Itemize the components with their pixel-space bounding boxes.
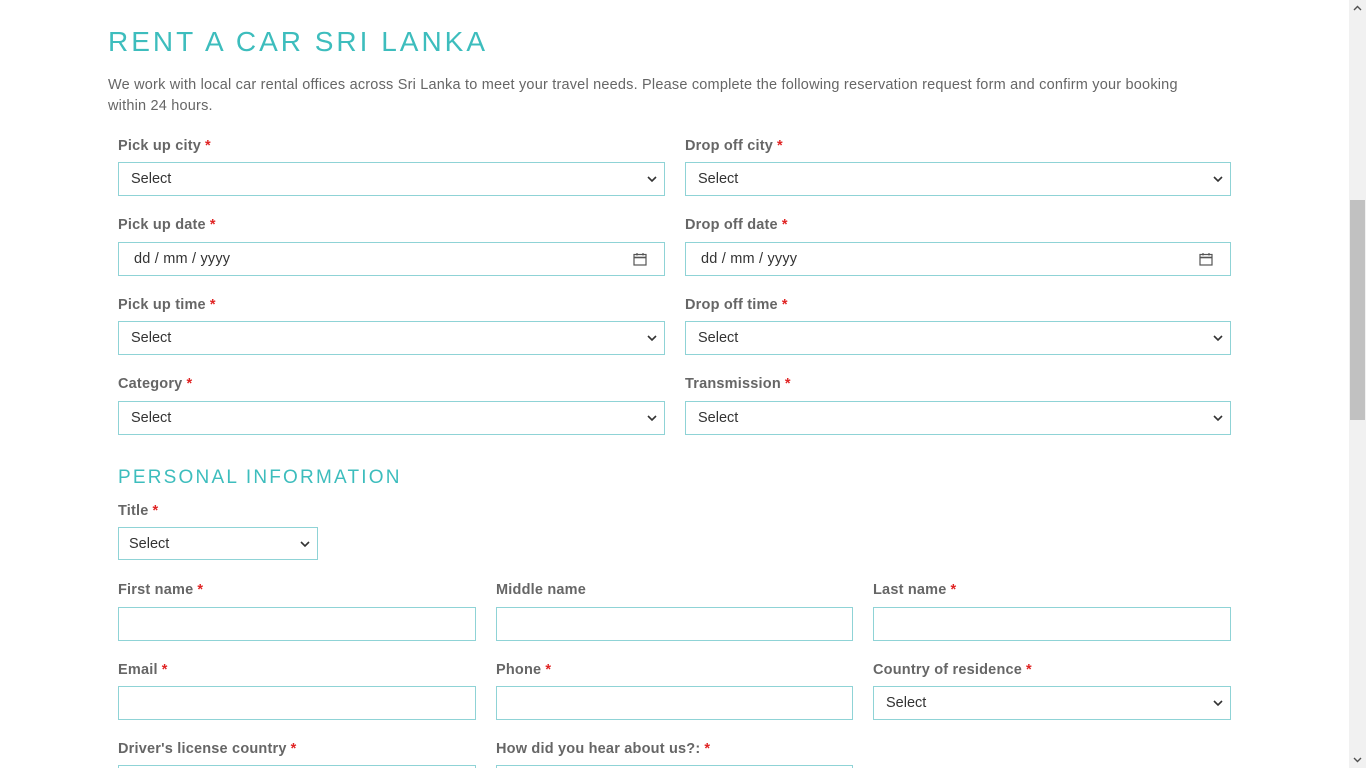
first-name-input[interactable]	[118, 607, 476, 641]
pickup-time-label: Pick up time *	[118, 297, 216, 313]
dropoff-time-label: Drop off time *	[685, 297, 788, 313]
pickup-city-value: Select	[131, 171, 172, 187]
country-value: Select	[886, 695, 927, 711]
pickup-time-value: Select	[131, 330, 172, 346]
title-label: Title *	[118, 503, 159, 519]
country-label: Country of residence *	[873, 662, 1032, 678]
chevron-down-icon	[647, 335, 657, 342]
transmission-value: Select	[698, 410, 739, 426]
last-name-label: Last name *	[873, 582, 957, 598]
chevron-down-icon	[300, 541, 310, 548]
pickup-time-select[interactable]: Select	[118, 321, 665, 355]
dropoff-city-label: Drop off city *	[685, 138, 783, 154]
intro-text: We work with local car rental offices ac…	[108, 77, 1178, 114]
dropoff-time-select[interactable]: Select	[685, 321, 1231, 355]
pickup-date-label: Pick up date *	[118, 217, 216, 233]
required-marker: *	[197, 582, 204, 598]
dropoff-time-value: Select	[698, 330, 739, 346]
required-marker: *	[209, 297, 216, 313]
required-marker: *	[781, 217, 788, 233]
pickup-city-select[interactable]: Select	[118, 162, 665, 196]
required-marker: *	[161, 662, 168, 678]
phone-label: Phone *	[496, 662, 552, 678]
dropoff-date-label: Drop off date *	[685, 217, 788, 233]
dropoff-date-input[interactable]: dd / mm / yyyy	[685, 242, 1231, 276]
title-select[interactable]: Select	[118, 527, 318, 560]
required-marker: *	[704, 741, 711, 757]
required-marker: *	[152, 503, 159, 519]
country-select[interactable]: Select	[873, 686, 1231, 720]
scroll-up-icon[interactable]	[1353, 4, 1362, 13]
required-marker: *	[186, 376, 193, 392]
category-select[interactable]: Select	[118, 401, 665, 435]
required-marker: *	[777, 138, 783, 154]
last-name-input[interactable]	[873, 607, 1231, 641]
scrollbar-thumb[interactable]	[1350, 200, 1365, 420]
dropoff-date-placeholder: dd / mm / yyyy	[701, 251, 798, 267]
required-marker: *	[950, 582, 957, 598]
calendar-icon[interactable]	[633, 252, 647, 266]
chevron-down-icon	[647, 176, 657, 183]
chevron-down-icon	[1213, 335, 1223, 342]
pickup-date-placeholder: dd / mm / yyyy	[134, 251, 231, 267]
required-marker: *	[209, 217, 216, 233]
required-marker: *	[781, 297, 788, 313]
required-marker: *	[784, 376, 791, 392]
page-scrollbar[interactable]	[1349, 0, 1366, 768]
email-input[interactable]	[118, 686, 476, 720]
dropoff-city-select[interactable]: Select	[685, 162, 1231, 196]
email-label: Email *	[118, 662, 168, 678]
transmission-label: Transmission *	[685, 376, 791, 392]
required-marker: *	[1026, 662, 1032, 678]
pickup-city-label: Pick up city *	[118, 138, 211, 154]
calendar-icon[interactable]	[1199, 252, 1213, 266]
page-title: RENT A CAR SRI LANKA	[108, 26, 489, 57]
chevron-down-icon	[647, 415, 657, 422]
category-label: Category *	[118, 376, 193, 392]
pickup-date-input[interactable]: dd / mm / yyyy	[118, 242, 665, 276]
middle-name-input[interactable]	[496, 607, 853, 641]
personal-info-heading: PERSONAL INFORMATION	[118, 467, 402, 488]
chevron-down-icon	[1213, 415, 1223, 422]
middle-name-label: Middle name	[496, 582, 587, 598]
title-value: Select	[129, 536, 170, 552]
first-name-label: First name *	[118, 582, 204, 598]
phone-input[interactable]	[496, 686, 853, 720]
required-marker: *	[545, 662, 552, 678]
category-value: Select	[131, 410, 172, 426]
chevron-down-icon	[1213, 176, 1223, 183]
chevron-down-icon	[1213, 700, 1223, 707]
transmission-select[interactable]: Select	[685, 401, 1231, 435]
scroll-down-icon[interactable]	[1353, 755, 1362, 764]
license-country-label: Driver's license country *	[118, 741, 297, 757]
dropoff-city-value: Select	[698, 171, 739, 187]
hear-about-label: How did you hear about us?: *	[496, 741, 711, 757]
required-marker: *	[290, 741, 297, 757]
required-marker: *	[205, 138, 211, 154]
